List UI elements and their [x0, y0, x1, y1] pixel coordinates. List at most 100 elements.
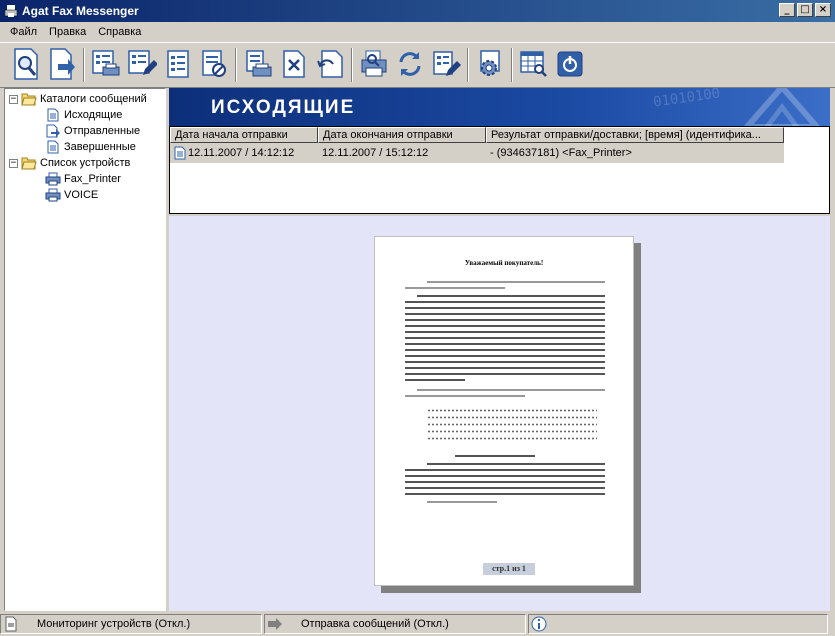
tree-item-label: Список устройств	[40, 157, 131, 169]
collapse-toggle[interactable]: −	[9, 158, 18, 168]
menu-bar: Файл Правка Справка	[0, 22, 835, 42]
status-bar: Мониторинг устройств (Откл.) Отправка со…	[0, 612, 835, 636]
text-line	[405, 481, 605, 483]
text-line	[417, 389, 605, 391]
text-line	[405, 349, 605, 351]
toolbar-restore-button[interactable]	[312, 47, 348, 83]
text-line	[405, 337, 605, 339]
document-icon	[174, 146, 186, 160]
text-line	[427, 281, 605, 283]
text-line	[405, 287, 505, 289]
document-preview: Уважаемый покупатель! стр.1 из 1	[169, 216, 830, 611]
preview-page[interactable]: Уважаемый покупатель! стр.1 из 1	[374, 236, 634, 586]
tree-item-label: VOICE	[64, 189, 99, 201]
toolbar-settings-button[interactable]	[472, 47, 508, 83]
status-sending: Отправка сообщений (Откл.)	[264, 614, 526, 634]
section-title: ИСХОДЯЩИЕ	[211, 97, 356, 118]
status-monitoring-text: Мониторинг устройств (Откл.)	[37, 618, 191, 630]
toolbar-separator	[235, 48, 237, 82]
section-header: 01010100 ИСХОДЯЩИЕ	[169, 88, 830, 126]
text-line	[427, 501, 497, 503]
minimize-button[interactable]: _	[779, 3, 795, 17]
text-line	[405, 307, 605, 309]
table-magnifier-icon	[519, 49, 549, 82]
column-header-result[interactable]: Результат отправки/доставки; [время] (ид…	[486, 127, 784, 143]
tree-item-devices[interactable]: − Список устройств	[5, 155, 165, 171]
text-line	[417, 295, 605, 297]
text-line	[405, 313, 605, 315]
toolbar-edit-message-button[interactable]	[428, 47, 464, 83]
magnifier-document-icon	[12, 47, 40, 83]
menu-help[interactable]: Справка	[92, 26, 147, 38]
toolbar-refresh-button[interactable]	[392, 47, 428, 83]
document-arrow-icon	[48, 47, 76, 83]
window-title: Agat Fax Messenger	[22, 4, 139, 18]
document-restore-icon	[316, 49, 344, 82]
tree-item-outgoing[interactable]: Исходящие	[5, 107, 165, 123]
toolbar-edit-list-button[interactable]	[124, 47, 160, 83]
folder-tree: − Каталоги сообщений Исходящие Отправлен…	[4, 88, 166, 611]
tree-item-catalogs[interactable]: − Каталоги сообщений	[5, 91, 165, 107]
toolbar-print-button[interactable]	[240, 47, 276, 83]
collapse-toggle[interactable]: −	[9, 94, 18, 104]
tree-item-label: Отправленные	[64, 125, 141, 137]
app-icon	[4, 4, 18, 18]
toolbar-separator	[511, 48, 513, 82]
tree-item-completed[interactable]: Завершенные	[5, 139, 165, 155]
text-line	[455, 455, 535, 457]
menu-edit[interactable]: Правка	[43, 26, 92, 38]
toolbar-power-button[interactable]	[552, 47, 588, 83]
toolbar-monitor-button[interactable]	[516, 47, 552, 83]
table-cell-end: 12.11.2007 / 15:12:12	[322, 147, 429, 159]
tree-item-fax-printer[interactable]: Fax_Printer	[5, 171, 165, 187]
toolbar-delete-button[interactable]	[276, 47, 312, 83]
text-line	[405, 367, 605, 369]
close-button[interactable]: ×	[815, 3, 831, 17]
device-icon	[3, 616, 19, 632]
arrow-right-icon	[267, 616, 283, 632]
document-printer-icon	[243, 49, 273, 82]
text-line	[405, 361, 605, 363]
text-line	[405, 343, 605, 345]
gear-document-icon	[475, 49, 505, 82]
document-pencil-icon	[431, 49, 461, 82]
power-icon	[557, 51, 583, 80]
toolbar-fax-print-button[interactable]	[356, 47, 392, 83]
text-line	[405, 301, 605, 303]
column-header-start[interactable]: Дата начала отправки	[170, 127, 318, 143]
tree-item-sent[interactable]: Отправленные	[5, 123, 165, 139]
text-line	[427, 463, 605, 465]
header-binary-decoration: 01010100	[651, 88, 721, 111]
maximize-button[interactable]: □	[797, 3, 813, 17]
printer-icon	[45, 188, 61, 202]
toolbar-separator	[351, 48, 353, 82]
text-line	[417, 373, 605, 375]
dotted-line	[427, 437, 597, 440]
toolbar-disable-button[interactable]	[196, 47, 232, 83]
page-number: стр.1 из 1	[483, 563, 535, 575]
title-bar: Agat Fax Messenger _ □ ×	[0, 0, 835, 22]
document-send-icon	[45, 124, 61, 138]
dotted-line	[427, 409, 597, 412]
list-printer-icon	[91, 49, 121, 82]
folder-open-icon	[21, 156, 37, 170]
text-line	[405, 325, 605, 327]
toolbar-properties-button[interactable]	[160, 47, 196, 83]
tree-item-label: Fax_Printer	[64, 173, 121, 185]
toolbar-send-button[interactable]	[44, 47, 80, 83]
message-table: Дата начала отправки Дата окончания отпр…	[169, 126, 830, 214]
text-line	[405, 379, 465, 381]
column-header-end[interactable]: Дата окончания отправки	[318, 127, 486, 143]
status-monitoring: Мониторинг устройств (Откл.)	[0, 614, 262, 634]
tree-item-voice[interactable]: VOICE	[5, 187, 165, 203]
menu-file[interactable]: Файл	[4, 26, 43, 38]
toolbar-preview-button[interactable]	[8, 47, 44, 83]
printer-icon	[45, 172, 61, 186]
text-line	[405, 469, 605, 471]
table-row[interactable]: 12.11.2007 / 14:12:12 12.11.2007 / 15:12…	[170, 143, 784, 163]
toolbar-print-list-button[interactable]	[88, 47, 124, 83]
text-line	[405, 493, 605, 495]
table-cell-result: - (934637181) <Fax_Printer>	[490, 147, 632, 159]
printer-magnifier-icon	[359, 49, 389, 82]
toolbar-separator	[467, 48, 469, 82]
